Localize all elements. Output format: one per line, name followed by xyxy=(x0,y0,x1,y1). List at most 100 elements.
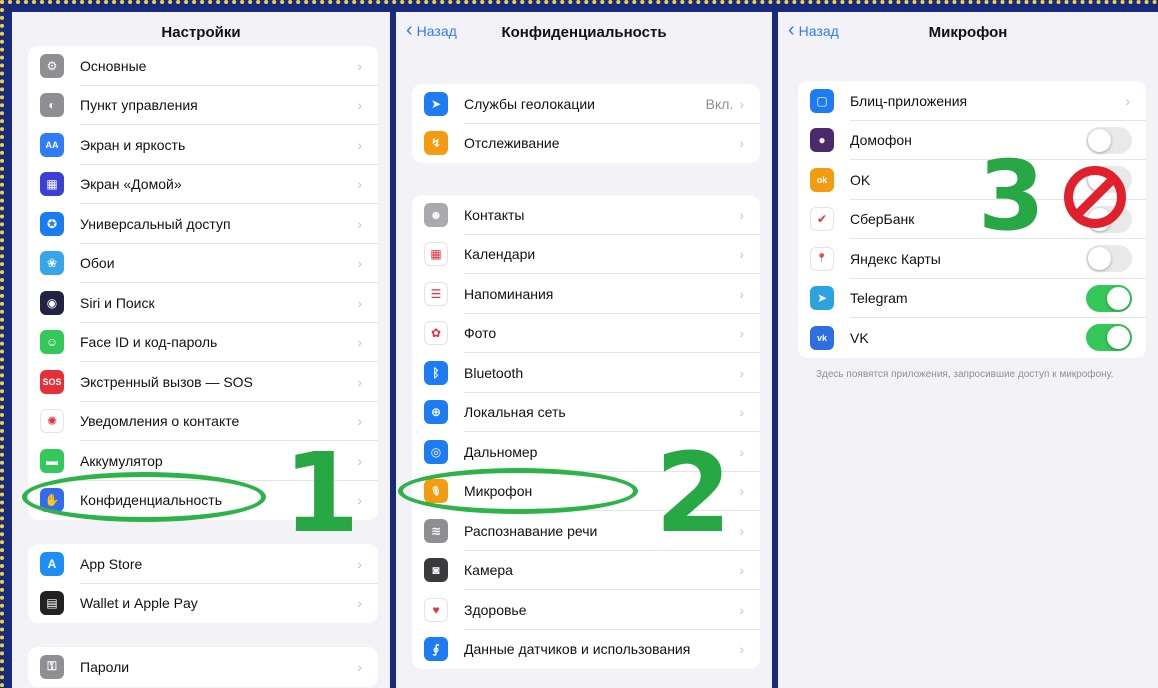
settings-row[interactable]: 📍 Яндекс Карты xyxy=(798,239,1146,279)
settings-row[interactable]: ❀ Обои › xyxy=(28,244,378,284)
row-label: OK xyxy=(850,171,871,188)
permission-toggle[interactable] xyxy=(1086,126,1132,154)
contacts-icon: ☻ xyxy=(424,202,448,227)
location-icon: ➤ xyxy=(424,91,448,116)
privacy-panel: ‹ Назад Конфиденциальность ➤ Службы геоло… xyxy=(396,12,772,688)
chevron-right-icon: › xyxy=(739,135,744,152)
row-label: Siri и Поиск xyxy=(80,294,155,311)
row-label: Контакты xyxy=(464,206,525,223)
settings-panel: Настройки ⚙ Основные › ◐ Пункт управления › AA… xyxy=(12,12,390,688)
app-clips-icon: ▢ xyxy=(810,88,834,113)
row-label: Face ID и код-пароль xyxy=(80,334,218,351)
page-title: Настройки xyxy=(161,23,241,41)
chevron-right-icon: › xyxy=(357,413,362,430)
settings-row[interactable]: ∮ Данные датчиков и использования › xyxy=(412,630,760,670)
chevron-right-icon: › xyxy=(739,601,744,618)
settings-row[interactable]: ▢ Блиц-приложения › xyxy=(798,81,1146,121)
calendar-icon: ▦ xyxy=(424,242,448,267)
sberbank-icon: ✔ xyxy=(810,207,834,232)
settings-row[interactable]: ◉ Siri и Поиск › xyxy=(28,283,378,323)
settings-row[interactable]: ☺ Face ID и код-пароль › xyxy=(28,323,378,363)
settings-row[interactable]: ◐ Пункт управления › xyxy=(28,86,378,126)
battery-icon: ▬ xyxy=(40,448,64,473)
settings-row[interactable]: ➤ Службы геолокации Вкл. › xyxy=(412,84,760,124)
chevron-right-icon: › xyxy=(739,404,744,421)
row-label: Здоровье xyxy=(464,601,527,618)
row-label: Домофон xyxy=(850,132,912,149)
speech-recognition-icon: ≋ xyxy=(424,518,448,543)
reminders-icon: ☰ xyxy=(424,281,448,306)
settings-row[interactable]: ✿ Фото › xyxy=(412,314,760,354)
settings-row[interactable]: AA Экран и яркость › xyxy=(28,125,378,165)
row-label: Универсальный доступ xyxy=(80,215,231,232)
chevron-right-icon: › xyxy=(357,176,362,193)
row-label: Напоминания xyxy=(464,285,554,302)
settings-row[interactable]: ● Домофон xyxy=(798,121,1146,161)
row-label: Wallet и Apple Pay xyxy=(80,595,198,612)
row-label: Данные датчиков и использования xyxy=(464,641,691,658)
camera-icon: ◙ xyxy=(424,558,448,583)
row-label: Экран и яркость xyxy=(80,136,186,153)
row-label: Службы геолокации xyxy=(464,95,595,112)
row-label: Основные xyxy=(80,57,147,74)
settings-row[interactable]: ▦ Экран «Домой» › xyxy=(28,165,378,205)
page-title: Конфиденциальность xyxy=(501,23,667,41)
chevron-right-icon: › xyxy=(357,215,362,232)
key-icon: ⚿ xyxy=(40,654,64,679)
row-label: Обои xyxy=(80,255,115,272)
chevron-right-icon: › xyxy=(739,246,744,263)
app-store-icon: A xyxy=(40,551,64,576)
settings-row[interactable]: ➤ Telegram xyxy=(798,279,1146,319)
settings-row[interactable]: vk VK xyxy=(798,318,1146,358)
privacy-hand-icon: ✋ xyxy=(40,488,64,513)
chevron-right-icon: › xyxy=(357,555,362,572)
gear-icon: ⚙ xyxy=(40,53,64,78)
settings-row[interactable]: ⚙ Основные › xyxy=(28,46,378,86)
telegram-icon: ➤ xyxy=(810,286,834,311)
permission-toggle[interactable] xyxy=(1086,324,1132,352)
chevron-left-icon: ‹ xyxy=(406,19,413,41)
settings-row[interactable]: ↯ Отслеживание › xyxy=(412,124,760,164)
back-button[interactable]: ‹ Назад xyxy=(406,19,457,41)
settings-row[interactable]: ⚿ Пароли › xyxy=(28,647,378,687)
chevron-right-icon: › xyxy=(357,658,362,675)
row-label: Пароли xyxy=(80,658,130,675)
settings-row[interactable]: ☻ Контакты › xyxy=(412,195,760,235)
privacy-group-location: ➤ Службы геолокации Вкл. › ↯ Отслеживание › xyxy=(412,84,760,163)
rangefinder-icon: ◎ xyxy=(424,439,448,464)
step-number-3: 3 xyxy=(978,140,1045,252)
row-label: Экран «Домой» xyxy=(80,176,182,193)
row-label: Яндекс Карты xyxy=(850,250,941,267)
settings-row[interactable]: ▦ Календари › xyxy=(412,235,760,275)
settings-row[interactable]: ᛒ Bluetooth › xyxy=(412,353,760,393)
settings-row[interactable]: ⊕ Локальная сеть › xyxy=(412,393,760,433)
ok-icon: ok xyxy=(810,167,834,192)
permission-toggle[interactable] xyxy=(1086,245,1132,273)
settings-row[interactable]: SOS Экстренный вызов — SOS › xyxy=(28,362,378,402)
row-label: Календари xyxy=(464,246,536,263)
row-label: App Store xyxy=(80,555,143,572)
chevron-right-icon: › xyxy=(357,255,362,272)
row-label: Telegram xyxy=(850,290,908,307)
vk-icon: vk xyxy=(810,325,834,350)
settings-row[interactable]: ☰ Напоминания › xyxy=(412,274,760,314)
chevron-right-icon: › xyxy=(739,364,744,381)
settings-row[interactable]: ✪ Универсальный доступ › xyxy=(28,204,378,244)
chevron-right-icon: › xyxy=(1125,92,1130,109)
chevron-right-icon: › xyxy=(357,294,362,311)
wallet-icon: ▤ xyxy=(40,591,64,616)
step-number-2: 2 xyxy=(655,429,732,557)
chevron-right-icon: › xyxy=(739,206,744,223)
chevron-right-icon: › xyxy=(739,641,744,658)
chevron-right-icon: › xyxy=(739,562,744,579)
navbar: ‹ Назад Микрофон xyxy=(778,12,1158,52)
settings-row[interactable]: ▤ Wallet и Apple Pay › xyxy=(28,584,378,624)
permission-toggle[interactable] xyxy=(1086,284,1132,312)
row-label: Фото xyxy=(464,325,497,342)
settings-row[interactable]: ♥ Здоровье › xyxy=(412,590,760,630)
row-value: Вкл. xyxy=(705,95,734,112)
domofon-icon: ● xyxy=(810,128,834,153)
tracking-icon: ↯ xyxy=(424,131,448,156)
chevron-right-icon: › xyxy=(739,443,744,460)
back-button[interactable]: ‹ Назад xyxy=(788,20,839,40)
